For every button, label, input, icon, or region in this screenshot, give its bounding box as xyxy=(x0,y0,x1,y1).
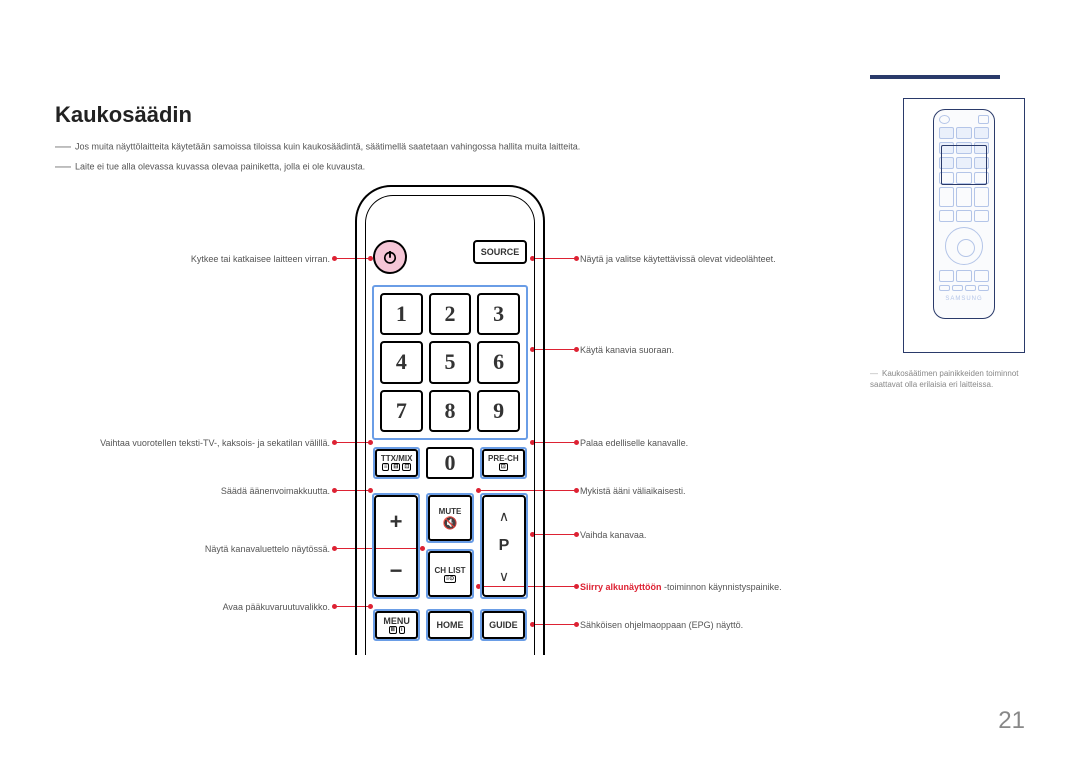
mute-label: MUTE xyxy=(439,507,462,516)
chlist-label: CH LIST xyxy=(434,566,465,575)
mini-r7 xyxy=(939,270,989,282)
guide-button: GUIDE xyxy=(480,609,527,641)
ttx-sub-icons: ≡⊟⊡ xyxy=(382,463,412,471)
menu-button: MENU Ⅲi xyxy=(373,609,420,641)
power-icon xyxy=(381,248,399,266)
dot xyxy=(574,532,579,537)
num-6: 6 xyxy=(477,341,520,383)
vol-down: − xyxy=(376,546,416,595)
mini-power xyxy=(939,115,950,124)
dot xyxy=(574,622,579,627)
page-title: Kaukosäädin xyxy=(55,102,192,128)
callout-menu: Avaa pääkuvaruutuvalikko. xyxy=(55,602,330,612)
chan-up: ∧ xyxy=(484,497,524,535)
callout-source: Näytä ja valitse käytettävissä olevat vi… xyxy=(580,254,860,264)
page: Kaukosäädin ―Jos muita näyttölaitteita k… xyxy=(0,0,1080,763)
chan-down: ∨ xyxy=(484,557,524,595)
dot xyxy=(574,256,579,261)
power-button xyxy=(373,240,407,274)
mini-highlight-box xyxy=(941,145,987,185)
home-button: HOME xyxy=(426,609,473,641)
callout-home-highlight: Siirry alkunäyttöön xyxy=(580,582,662,592)
note-1: ―Jos muita näyttölaitteita käytetään sam… xyxy=(55,138,580,156)
mini-note-text: Kaukosäätimen painikkeiden toiminnot saa… xyxy=(870,369,1019,389)
number-pad: 1 2 3 4 5 6 7 8 9 xyxy=(372,285,528,440)
mini-remote: SAMSUNG xyxy=(933,109,995,319)
remote-diagram: SOURCE 1 2 3 4 5 6 7 8 9 TTX/MIX ≡⊟⊡ 0 P… xyxy=(355,185,545,655)
num-8: 8 xyxy=(429,390,472,432)
mini-note-dash: ― xyxy=(870,369,882,378)
note-1-text: Jos muita näyttölaitteita käytetään samo… xyxy=(75,141,580,151)
dot xyxy=(574,488,579,493)
header-rule xyxy=(870,75,1000,79)
callout-home-post: -toiminnon käynnistyspainike. xyxy=(662,582,782,592)
chan-p: P xyxy=(484,535,524,557)
mini-color-row xyxy=(939,285,989,291)
dot xyxy=(574,584,579,589)
callout-power: Kytkee tai katkaisee laitteen virran. xyxy=(55,254,330,264)
dot xyxy=(332,256,337,261)
callout-chlist: Näytä kanavaluettelo näytössä. xyxy=(55,544,330,554)
mini-remote-frame: SAMSUNG xyxy=(903,98,1025,353)
mid-row: + − MUTE 🔇 CH LIST ≡⊙ xyxy=(372,487,528,599)
volume-rocker: + − xyxy=(372,493,420,599)
note-2-text: Laite ei tue alla olevassa kuvassa oleva… xyxy=(75,161,365,171)
mini-top-row xyxy=(939,115,989,124)
guide-label: GUIDE xyxy=(482,611,525,639)
home-label: HOME xyxy=(428,611,471,639)
ttxmix-label: TTX/MIX xyxy=(381,455,413,463)
mute-icon: 🔇 xyxy=(443,516,458,530)
dot xyxy=(332,488,337,493)
num-2: 2 xyxy=(429,293,472,335)
callout-mute: Mykistä ääni väliaikaisesti. xyxy=(580,486,860,496)
num-5: 5 xyxy=(429,341,472,383)
num-4: 4 xyxy=(380,341,423,383)
num-1: 1 xyxy=(380,293,423,335)
menu-label: MENU xyxy=(383,616,410,626)
channel-rocker: ∧ P ∨ xyxy=(480,493,528,599)
chlist-sub-icon: ≡⊙ xyxy=(444,575,457,583)
num-0: 0 xyxy=(426,447,473,479)
callout-prech: Palaa edelliselle kanavalle. xyxy=(580,438,860,448)
source-button: SOURCE xyxy=(473,240,527,264)
mini-brand: SAMSUNG xyxy=(939,296,989,302)
prech-label: PRE-CH xyxy=(488,455,519,463)
mini-r5 xyxy=(939,187,989,207)
callout-ttx: Vaihtaa vuorotellen teksti-TV-, kaksois-… xyxy=(55,438,330,448)
callout-vol: Säädä äänenvoimakkuutta. xyxy=(55,486,330,496)
dot xyxy=(332,546,337,551)
dot xyxy=(332,440,337,445)
num-9: 9 xyxy=(477,390,520,432)
mute-button: MUTE 🔇 xyxy=(426,493,474,543)
num-7: 7 xyxy=(380,390,423,432)
mini-dpad xyxy=(945,227,983,265)
dot xyxy=(574,347,579,352)
mini-numpad-1 xyxy=(939,127,989,139)
chlist-button: CH LIST ≡⊙ xyxy=(426,549,474,599)
mini-note: ―Kaukosäätimen painikkeiden toiminnot sa… xyxy=(870,368,1025,390)
menu-sub-icons: Ⅲi xyxy=(389,626,405,634)
num-3: 3 xyxy=(477,293,520,335)
dot xyxy=(332,604,337,609)
bottom-row: MENU Ⅲi HOME GUIDE xyxy=(373,609,527,641)
ttxmix-button: TTX/MIX ≡⊟⊡ xyxy=(373,447,420,479)
prech-button: PRE-CH ⊡ xyxy=(480,447,527,479)
callout-guide: Sähköisen ohjelmaoppaan (EPG) näyttö. xyxy=(580,620,860,630)
center-stack: MUTE 🔇 CH LIST ≡⊙ xyxy=(426,493,474,599)
row-ttx-zero-prech: TTX/MIX ≡⊟⊡ 0 PRE-CH ⊡ xyxy=(373,447,527,479)
dot xyxy=(574,440,579,445)
callout-home: Siirry alkunäyttöön -toiminnon käynnisty… xyxy=(580,582,860,592)
vol-up: + xyxy=(376,497,416,546)
mini-source xyxy=(978,115,989,124)
callout-chan: Vaihda kanavaa. xyxy=(580,530,860,540)
mini-r6 xyxy=(939,210,989,222)
callout-numpad: Käytä kanavia suoraan. xyxy=(580,345,860,355)
page-number: 21 xyxy=(998,707,1025,735)
note-2: ―Laite ei tue alla olevassa kuvassa olev… xyxy=(55,158,365,176)
prech-sub-icon: ⊡ xyxy=(499,463,508,471)
